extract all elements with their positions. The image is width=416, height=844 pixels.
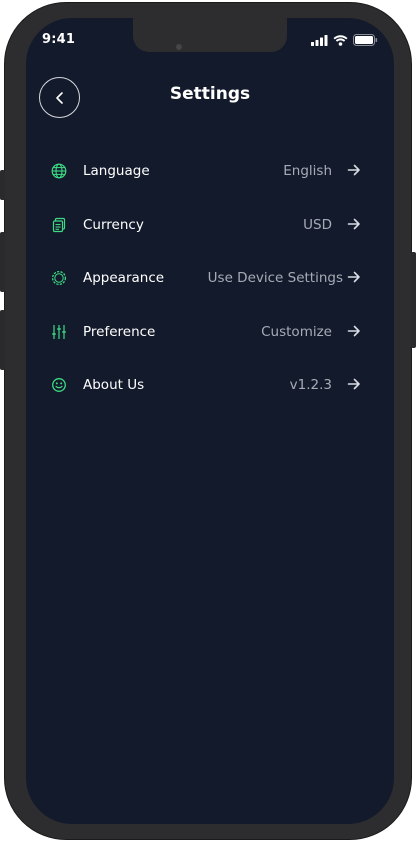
settings-row-label: Appearance <box>83 270 165 286</box>
appearance-icon <box>50 269 68 287</box>
arrow-right-icon <box>347 378 360 390</box>
settings-row-value: English <box>283 163 332 179</box>
settings-row-currency[interactable]: Currency USD <box>26 207 394 261</box>
arrow-right-icon <box>347 325 360 336</box>
arrow-right-icon <box>347 271 360 283</box>
battery-icon <box>353 34 378 46</box>
mute-switch <box>0 170 5 200</box>
status-icons <box>311 34 378 46</box>
settings-row-label: Currency <box>83 216 144 233</box>
settings-row-value: Customize <box>261 323 332 340</box>
sliders-icon <box>50 323 68 341</box>
settings-row-appearance[interactable]: Appearance Use Device Settings <box>26 260 394 314</box>
volume-down-button <box>0 310 5 370</box>
arrow-right-icon <box>347 218 360 229</box>
smiley-icon <box>50 376 68 394</box>
settings-row-value: USD <box>303 216 332 233</box>
settings-row-value: v1.2.3 <box>289 377 332 393</box>
power-button <box>411 252 416 348</box>
status-time: 9:41 <box>42 32 76 47</box>
wifi-icon <box>333 34 348 46</box>
page-title: Settings <box>169 84 251 104</box>
notch <box>133 18 287 52</box>
signal-icon <box>311 34 328 46</box>
settings-row-language[interactable]: Language English <box>26 153 394 207</box>
front-camera <box>176 44 182 50</box>
settings-row-preference[interactable]: Preference Customize <box>26 314 394 368</box>
arrow-right-icon <box>347 164 360 176</box>
settings-row-label: Preference <box>83 323 156 340</box>
app-screen: 9:41 Settings Language English Currency … <box>26 18 394 824</box>
currency-icon <box>50 216 68 234</box>
settings-row-about[interactable]: About Us v1.2.3 <box>26 367 394 421</box>
settings-list: Language English Currency USD Appearance… <box>26 153 394 421</box>
settings-row-label: Language <box>83 163 150 179</box>
globe-icon <box>50 162 68 180</box>
settings-row-value: Use Device Settings <box>207 270 343 286</box>
volume-up-button <box>0 232 5 292</box>
settings-row-label: About Us <box>83 377 145 393</box>
